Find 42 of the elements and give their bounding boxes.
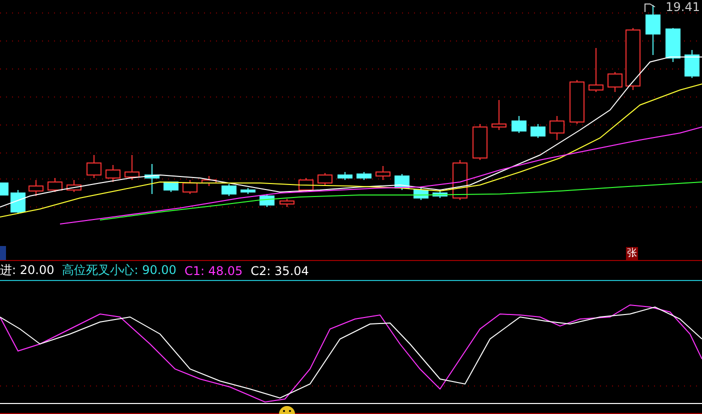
candlestick (530, 124, 546, 138)
candlestick (124, 154, 140, 180)
candlestick (280, 198, 294, 208)
candlestick (646, 4, 660, 56)
candlestick (48, 178, 62, 192)
candlestick (298, 178, 314, 192)
indicator-value: 进: 20.00 (0, 262, 54, 279)
candlestick (144, 164, 160, 194)
candlestick (432, 190, 448, 198)
candlestick (492, 100, 506, 130)
candlestick (666, 28, 680, 62)
candlestick (512, 116, 526, 134)
candlestick (202, 176, 216, 186)
candlestick (164, 182, 178, 192)
candlestick (106, 164, 120, 182)
price-label: 19.41 (666, 0, 700, 14)
candlestick (452, 160, 468, 200)
candlestick (182, 180, 198, 194)
candlestick (608, 72, 622, 92)
candlestick (356, 172, 372, 180)
candlestick (10, 190, 26, 214)
candlestick (86, 154, 102, 178)
candlestick (28, 180, 44, 196)
indicator-value: C2: 35.04 (250, 264, 309, 278)
candlestick (376, 166, 390, 180)
candlestick (66, 180, 82, 192)
indicator-value: 高位死叉小心: 90.00 (62, 262, 176, 279)
candlestick (588, 48, 604, 92)
candlestick (318, 172, 332, 186)
candlestick (240, 188, 256, 194)
candlestick (222, 184, 236, 196)
candlestick (684, 50, 700, 78)
rise-badge: 张 (626, 247, 638, 260)
candlestick (550, 116, 564, 140)
candlestick (414, 188, 428, 200)
candlestick (260, 194, 274, 208)
candlestick (0, 182, 8, 196)
candlestick (626, 28, 640, 90)
indicator-value: C1: 48.05 (184, 264, 243, 278)
candlestick (338, 172, 352, 180)
candlestick (570, 80, 584, 124)
candlestick (472, 124, 488, 160)
